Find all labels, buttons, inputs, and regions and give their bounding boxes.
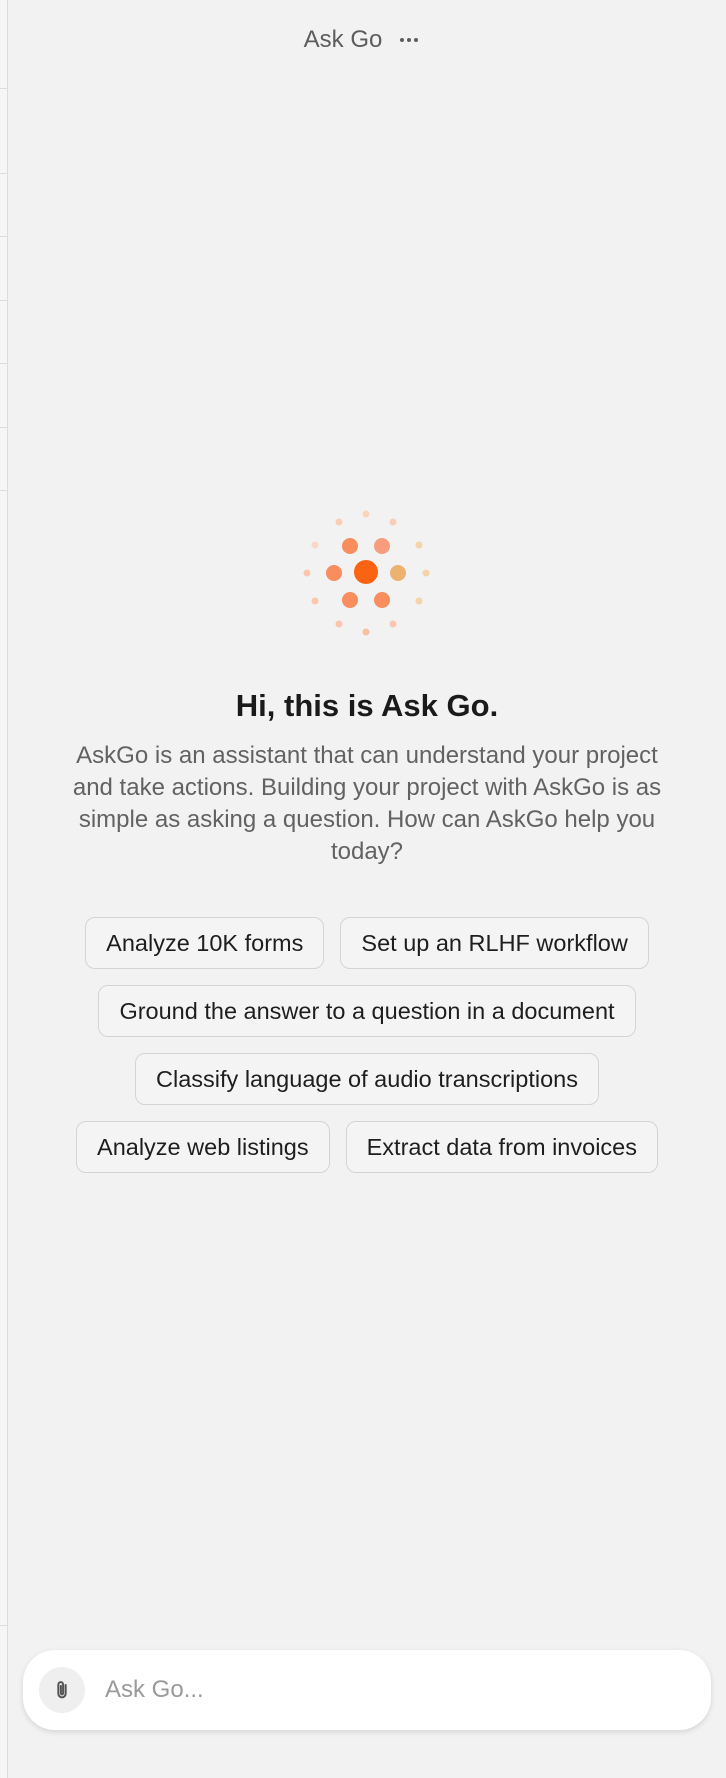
suggestion-chip[interactable]: Analyze web listings bbox=[76, 1121, 330, 1173]
panel-header: Ask Go bbox=[0, 24, 726, 56]
suggestion-row: Analyze 10K forms Set up an RLHF workflo… bbox=[0, 917, 726, 969]
panel-title: Ask Go bbox=[303, 26, 383, 53]
ask-input[interactable] bbox=[103, 1675, 667, 1705]
divider bbox=[0, 300, 8, 301]
suggestion-chip[interactable]: Classify language of audio transcription… bbox=[135, 1053, 599, 1105]
divider bbox=[0, 88, 8, 89]
chat-composer bbox=[23, 1650, 711, 1730]
paperclip-icon bbox=[57, 1681, 67, 1699]
welcome-heading: Hi, this is Ask Go. bbox=[235, 688, 499, 723]
left-panel-edge bbox=[0, 0, 8, 1778]
suggestion-chip[interactable]: Set up an RLHF workflow bbox=[340, 917, 649, 969]
divider bbox=[0, 490, 8, 491]
suggestion-row: Analyze web listings Extract data from i… bbox=[0, 1121, 726, 1173]
divider bbox=[0, 236, 8, 237]
suggestion-row: Ground the answer to a question in a doc… bbox=[0, 985, 726, 1037]
attach-button[interactable] bbox=[39, 1667, 85, 1713]
divider bbox=[0, 427, 8, 428]
suggestion-row: Classify language of audio transcription… bbox=[0, 1053, 726, 1105]
welcome-description: AskGo is an assistant that can understan… bbox=[72, 742, 662, 865]
orange-dots-burst-icon bbox=[303, 510, 430, 636]
divider bbox=[0, 173, 8, 174]
more-horizontal-icon bbox=[400, 38, 419, 42]
divider bbox=[0, 1625, 8, 1626]
suggestion-chip[interactable]: Extract data from invoices bbox=[345, 1121, 658, 1173]
suggestion-chip[interactable]: Ground the answer to a question in a doc… bbox=[98, 985, 636, 1037]
suggestion-chip[interactable]: Analyze 10K forms bbox=[85, 917, 325, 969]
more-options-button[interactable] bbox=[396, 27, 422, 53]
divider bbox=[0, 363, 8, 364]
